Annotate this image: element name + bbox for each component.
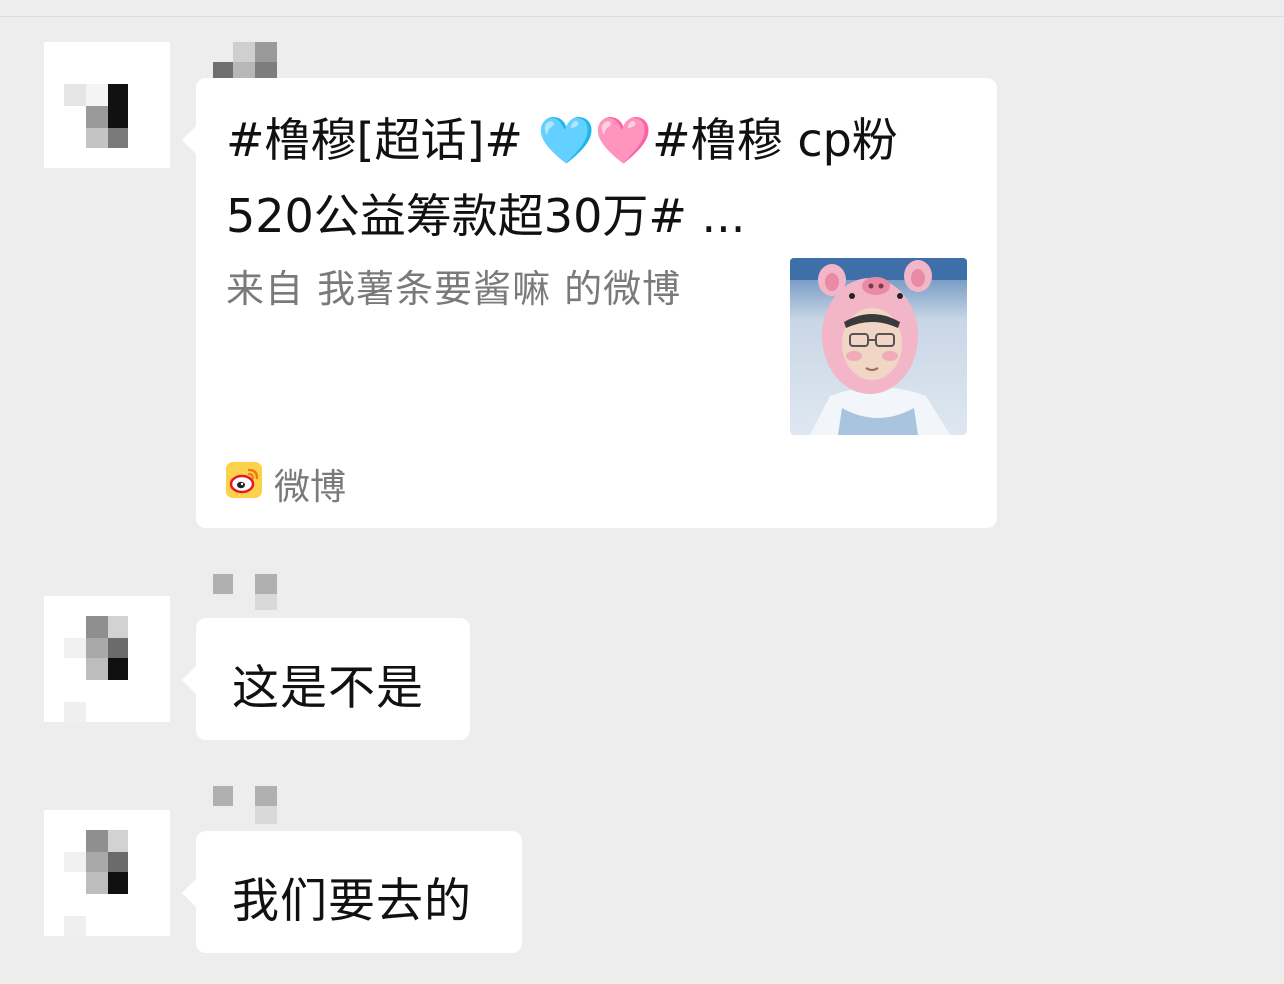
avatar-pixel bbox=[86, 638, 108, 658]
card-source: 来自 我薯条要酱嘛 的微博 bbox=[226, 267, 682, 311]
message-text: 这是不是 bbox=[232, 661, 424, 716]
avatar-pixel bbox=[64, 916, 86, 936]
avatar-pixel bbox=[108, 616, 128, 638]
avatar-pixel bbox=[108, 638, 128, 658]
name-pixel bbox=[255, 574, 277, 594]
avatar-pixel bbox=[86, 830, 108, 852]
card-thumbnail bbox=[790, 258, 967, 435]
avatar[interactable] bbox=[44, 596, 170, 722]
card-title-line-2: 520公益筹款超30万# ... bbox=[226, 189, 746, 243]
pig-hat-photo bbox=[790, 258, 967, 435]
share-card[interactable]: #橹穆[超话]# 🩵🩷#橹穆 cp粉 520公益筹款超30万# ... 来自 我… bbox=[182, 78, 997, 528]
card-title: #橹穆[超话]# 🩵🩷#橹穆 cp粉 520公益筹款超30万# ... bbox=[226, 102, 956, 254]
avatar-pixel bbox=[86, 128, 108, 148]
top-divider bbox=[0, 16, 1284, 17]
avatar-pixel bbox=[64, 852, 86, 872]
name-pixel bbox=[255, 594, 277, 610]
avatar-pixel bbox=[86, 872, 108, 894]
avatar-pixel bbox=[108, 872, 128, 894]
avatar-pixel bbox=[108, 84, 128, 128]
weibo-icon bbox=[226, 462, 262, 498]
avatar-pixel bbox=[86, 852, 108, 872]
name-pixel bbox=[213, 786, 233, 806]
name-pixel bbox=[255, 42, 277, 62]
message-bubble[interactable]: 我们要去的 bbox=[182, 831, 522, 953]
name-pixel bbox=[213, 574, 233, 594]
avatar-pixel bbox=[108, 852, 128, 872]
name-pixel bbox=[255, 806, 277, 824]
message-bubble[interactable]: 这是不是 bbox=[182, 618, 470, 740]
avatar-pixel bbox=[108, 128, 128, 148]
avatar[interactable] bbox=[44, 42, 170, 168]
message-text: 我们要去的 bbox=[232, 874, 472, 929]
name-pixel bbox=[255, 786, 277, 806]
name-pixel bbox=[233, 42, 255, 62]
avatar[interactable] bbox=[44, 810, 170, 936]
card-title-line-1: #橹穆[超话]# 🩵🩷#橹穆 cp粉 bbox=[226, 113, 898, 167]
avatar-pixel bbox=[86, 84, 108, 106]
avatar-pixel bbox=[64, 702, 86, 722]
sender-name-blurred bbox=[213, 42, 277, 80]
sender-name-blurred bbox=[213, 786, 277, 824]
card-app-name: 微博 bbox=[274, 467, 347, 508]
sender-name-blurred bbox=[213, 574, 277, 612]
avatar-pixel bbox=[64, 638, 86, 658]
avatar-pixel bbox=[64, 84, 86, 106]
avatar-pixel bbox=[108, 658, 128, 680]
avatar-pixel bbox=[108, 830, 128, 852]
avatar-pixel bbox=[86, 106, 108, 128]
avatar-pixel bbox=[86, 658, 108, 680]
avatar-pixel bbox=[86, 616, 108, 638]
